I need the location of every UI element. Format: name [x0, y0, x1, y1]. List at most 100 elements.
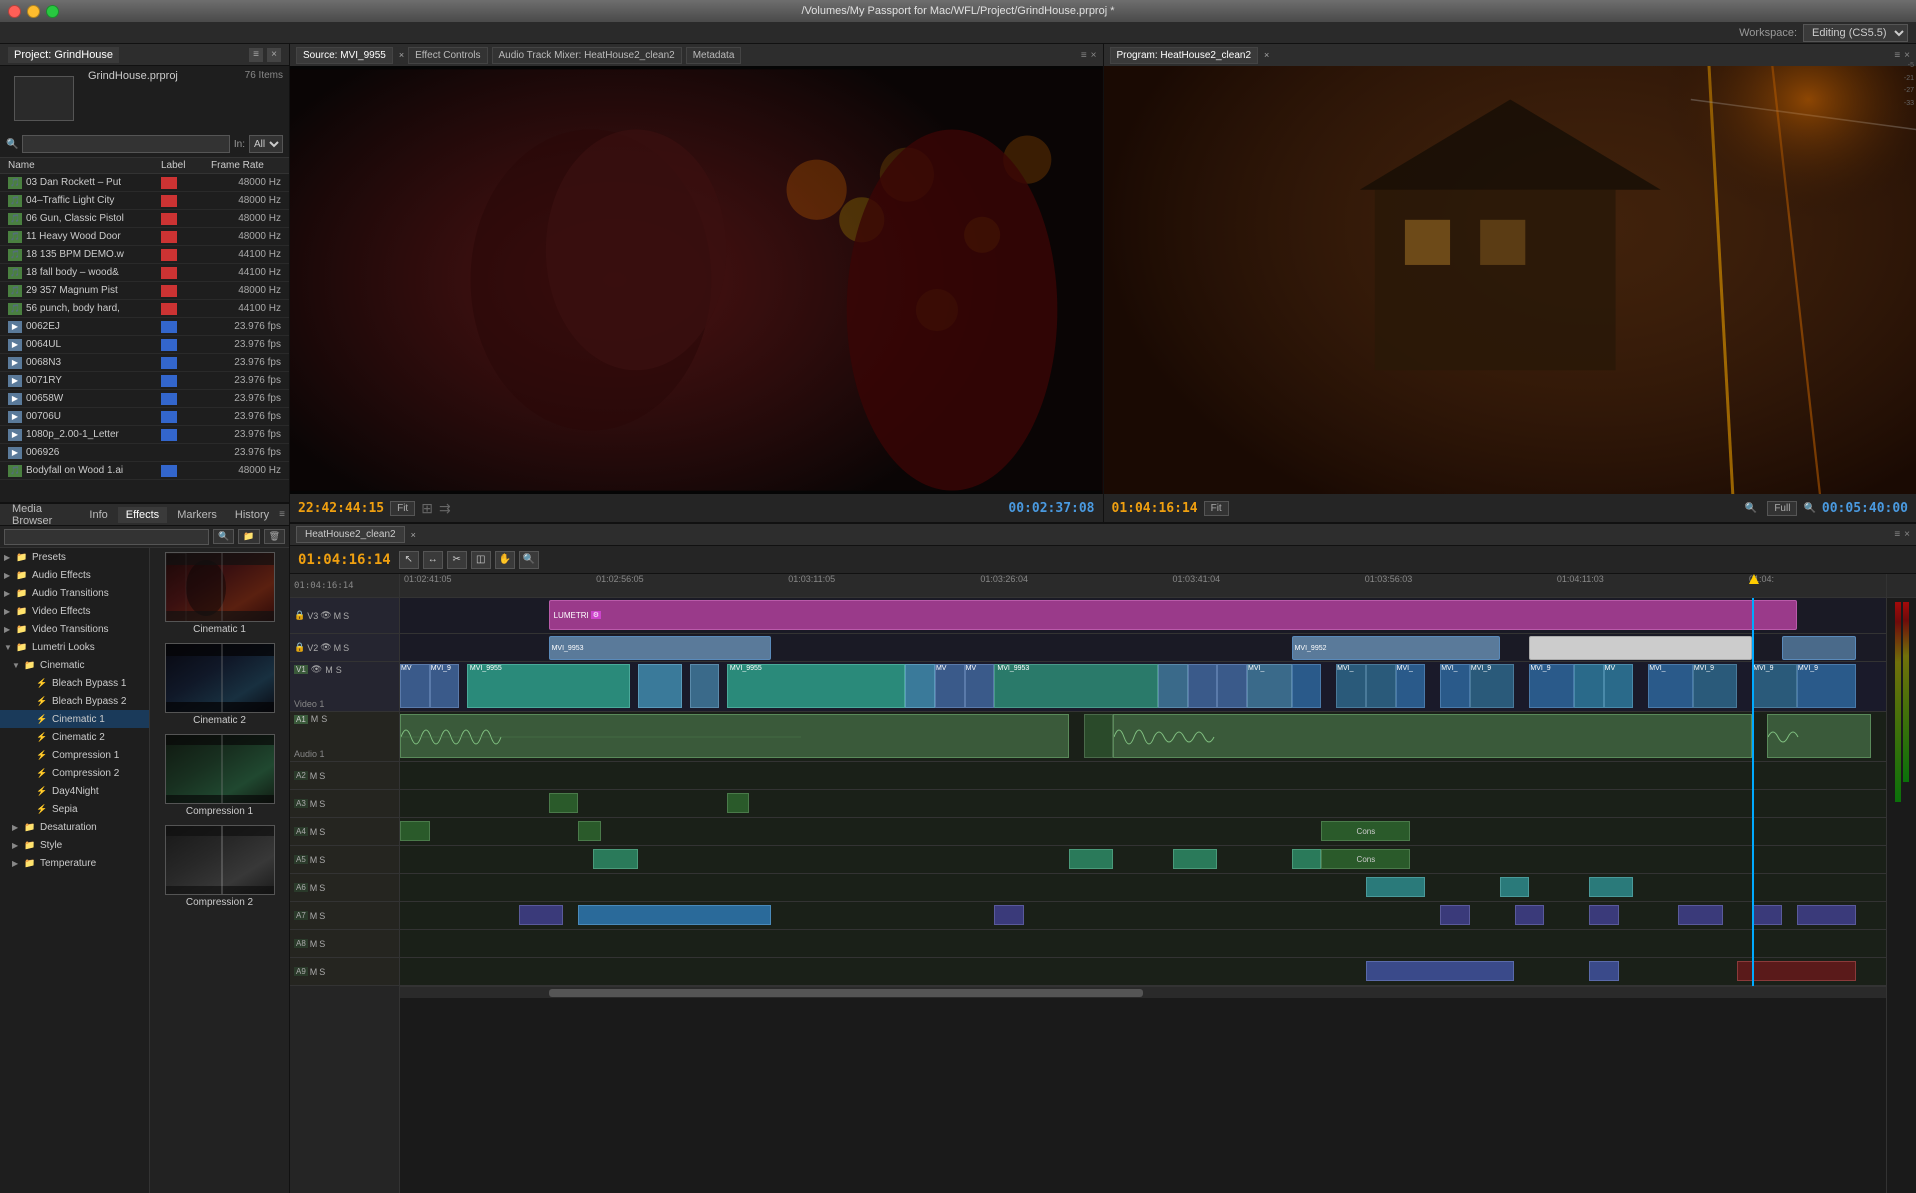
tree-item-style[interactable]: ▶ 📁 Style — [0, 836, 149, 854]
tree-item-compression-1[interactable]: ⚡ Compression 1 — [0, 746, 149, 764]
tree-item-cinematic[interactable]: ▼ 📁 Cinematic — [0, 656, 149, 674]
tree-item-presets[interactable]: ▶ 📁 Presets — [0, 548, 149, 566]
tool-zoom[interactable]: 🔍 — [519, 551, 539, 569]
v1-clip-0[interactable]: MV — [400, 664, 430, 708]
v1-clip-7[interactable] — [1158, 664, 1188, 708]
a7-clip-9[interactable] — [1797, 905, 1856, 925]
program-close-btn[interactable]: × — [1904, 50, 1910, 61]
tree-item-audio-transitions[interactable]: ▶ 📁 Audio Transitions — [0, 584, 149, 602]
list-item[interactable]: 🎵18 135 BPM DEMO.w44100 Hz — [0, 246, 289, 264]
effect-thumbnail-cinematic1[interactable]: Cinematic 1 — [154, 552, 285, 635]
a4-clip-1[interactable] — [400, 821, 430, 841]
track-a5[interactable]: Cons — [400, 846, 1886, 874]
timeline-close-icon[interactable]: × — [411, 530, 416, 540]
a9-clip-2[interactable] — [1589, 961, 1619, 981]
project-tab[interactable]: Project: GrindHouse — [8, 47, 119, 63]
tool-select[interactable]: ↖ — [399, 551, 419, 569]
v1-clip-20[interactable]: MVI_9 — [1752, 664, 1797, 708]
v1-clip-mvi9[interactable]: MVI_9 — [1470, 664, 1515, 708]
program-fit-select[interactable]: Fit — [1204, 501, 1229, 516]
list-item[interactable]: 🎵Bodyfall on Wood 1.ai48000 Hz — [0, 462, 289, 480]
list-item[interactable]: ▶00658W23.976 fps — [0, 390, 289, 408]
effects-panel-menu[interactable]: ≡ — [279, 509, 285, 520]
source-fit-select[interactable]: Fit — [390, 501, 415, 516]
list-item[interactable]: 🎵18 fall body – wood&44100 Hz — [0, 264, 289, 282]
tab-markers[interactable]: Markers — [169, 507, 225, 523]
source-menu-icon[interactable]: ≡ — [1081, 50, 1087, 61]
v1-clip-5[interactable]: MV — [935, 664, 965, 708]
a5-clip-3[interactable] — [1173, 849, 1218, 869]
v1-clip-2[interactable] — [638, 664, 683, 708]
tool-hand[interactable]: ✋ — [495, 551, 515, 569]
tree-item-temperature[interactable]: ▶ 📁 Temperature — [0, 854, 149, 872]
effects-search-button[interactable]: 🔍 — [213, 529, 234, 544]
v1-clip-6[interactable]: MV — [965, 664, 995, 708]
v1-clip-11[interactable] — [1292, 664, 1322, 708]
v1-clip-17[interactable]: MV — [1604, 664, 1634, 708]
v1-clip-19[interactable]: MVI_9 — [1693, 664, 1738, 708]
a6-clip-1[interactable] — [1366, 877, 1425, 897]
tree-item-sepia[interactable]: ⚡ Sepia — [0, 800, 149, 818]
tree-item-compression-2[interactable]: ⚡ Compression 2 — [0, 764, 149, 782]
track-target-a1[interactable]: A1 — [294, 715, 308, 724]
track-target-v1[interactable]: V1 — [294, 665, 308, 674]
track-a7[interactable] — [400, 902, 1886, 930]
tree-item-bleach-bypass-1[interactable]: ⚡ Bleach Bypass 1 — [0, 674, 149, 692]
v1-clip-1[interactable]: MVI_9 — [430, 664, 460, 708]
a1-second-clip[interactable] — [1113, 714, 1752, 758]
cons-clip-1[interactable]: Cons — [1321, 821, 1410, 841]
list-item[interactable]: ▶0071RY23.976 fps — [0, 372, 289, 390]
timeline-scrollbar-h[interactable] — [400, 986, 1886, 998]
source-close-btn[interactable]: × — [1091, 50, 1097, 61]
a9-clip-3[interactable] — [1737, 961, 1856, 981]
search-input[interactable] — [22, 135, 229, 153]
list-item[interactable]: 🎵29 357 Magnum Pist48000 Hz — [0, 282, 289, 300]
a7-clip-4[interactable] — [1440, 905, 1470, 925]
track-a9[interactable] — [400, 958, 1886, 986]
program-close-icon[interactable]: × — [1264, 50, 1269, 60]
tree-item-video-transitions[interactable]: ▶ 📁 Video Transitions — [0, 620, 149, 638]
v1-clip-15[interactable]: MVI_ — [1440, 664, 1470, 708]
list-item[interactable]: 🎵11 Heavy Wood Door48000 Hz — [0, 228, 289, 246]
a6-clip-3[interactable] — [1589, 877, 1634, 897]
source-close-icon[interactable]: × — [399, 50, 404, 60]
metadata-tab[interactable]: Metadata — [686, 47, 742, 64]
a4-clip-2[interactable] — [578, 821, 600, 841]
a9-clip-1[interactable] — [1366, 961, 1515, 981]
tree-item-lumetri-looks[interactable]: ▼ 📁 Lumetri Looks — [0, 638, 149, 656]
list-item[interactable]: 🎵56 punch, body hard,44100 Hz — [0, 300, 289, 318]
list-item[interactable]: 🎵06 Gun, Classic Pistol48000 Hz — [0, 210, 289, 228]
a7-clip-5[interactable] — [1515, 905, 1545, 925]
track-v3[interactable]: LUMETRI ⚙ — [400, 598, 1886, 634]
a7-clip-7[interactable] — [1678, 905, 1723, 925]
v1-clip-10[interactable]: MVI_ — [1247, 664, 1292, 708]
tab-effects[interactable]: Effects — [118, 507, 167, 523]
v1-clip-12[interactable]: MVI_ — [1336, 664, 1366, 708]
v1-clip-4[interactable] — [905, 664, 935, 708]
timeline-tab[interactable]: HeatHouse2_clean2 — [296, 526, 405, 543]
tool-razor[interactable]: ✂ — [447, 551, 467, 569]
a3-clip-2[interactable] — [727, 793, 749, 813]
tree-item-cinematic-1[interactable]: ⚡ Cinematic 1 — [0, 710, 149, 728]
audio-track-mixer-tab[interactable]: Audio Track Mixer: HeatHouse2_clean2 — [492, 47, 682, 64]
list-item[interactable]: ▶0062EJ23.976 fps — [0, 318, 289, 336]
v1-clip-14[interactable]: MVI_ — [1396, 664, 1426, 708]
track-a8[interactable] — [400, 930, 1886, 958]
v1-clip-mvi9953-3[interactable]: MVI_9953 — [994, 664, 1157, 708]
tab-info[interactable]: Info — [81, 507, 115, 523]
a7-clip-6[interactable] — [1589, 905, 1619, 925]
panel-close-button[interactable]: × — [267, 48, 281, 62]
video-clip-mvi9953[interactable]: MVI_9953 — [549, 636, 772, 660]
maximize-button[interactable] — [46, 5, 59, 18]
scrollbar-thumb[interactable] — [549, 989, 1143, 997]
track-v2[interactable]: MVI_9953 MVI_9952 — [400, 634, 1886, 662]
v1-clip-9[interactable] — [1217, 664, 1247, 708]
track-a1[interactable] — [400, 712, 1886, 762]
in-select[interactable]: All — [249, 135, 283, 153]
effect-thumbnail-cinematic2[interactable]: Cinematic 2 — [154, 643, 285, 726]
lumetri-clip[interactable]: LUMETRI ⚙ — [549, 600, 1797, 630]
a7-clip-8[interactable] — [1752, 905, 1782, 925]
tab-media-browser[interactable]: Media Browser — [4, 501, 79, 529]
list-item[interactable]: ▶0064UL23.976 fps — [0, 336, 289, 354]
tree-item-day4night[interactable]: ⚡ Day4Night — [0, 782, 149, 800]
